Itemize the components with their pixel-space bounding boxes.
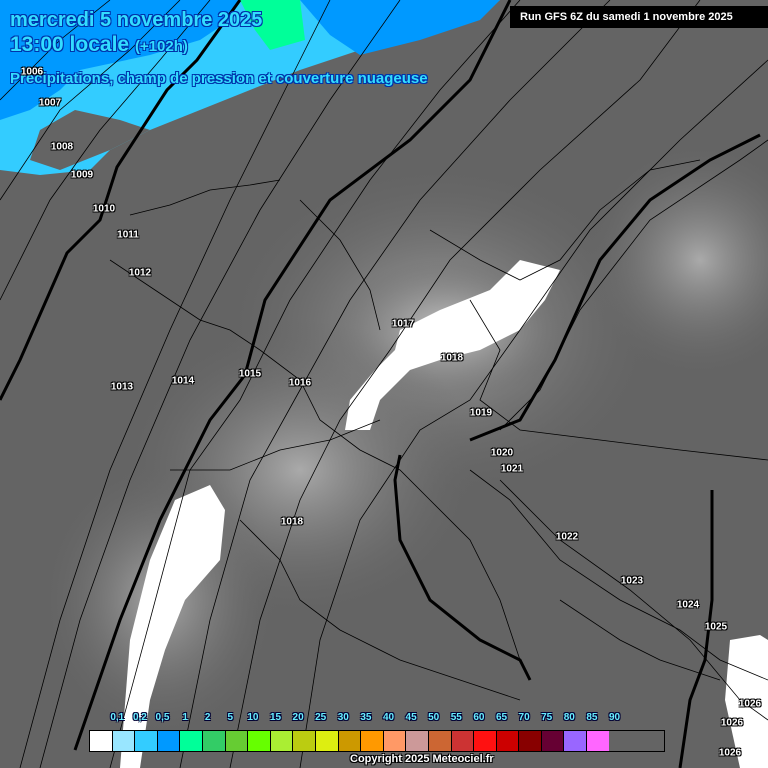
isobar-label: 1011 <box>117 229 139 241</box>
legend-label: 0,1 <box>110 712 125 723</box>
legend-swatch <box>361 731 384 751</box>
legend-label: 45 <box>405 712 417 723</box>
legend-label: 50 <box>428 712 440 723</box>
isobar-label: 1008 <box>50 141 74 153</box>
legend-swatch <box>338 731 362 751</box>
legend-label: 30 <box>337 712 349 723</box>
legend-swatch <box>293 731 316 751</box>
legend-swatch <box>225 731 249 751</box>
weather-map: mercredi 5 novembre 2025 13:00 locale (+… <box>0 0 768 768</box>
legend-label: 60 <box>473 712 485 723</box>
legend-swatch <box>157 731 181 751</box>
legend-swatch <box>451 731 475 751</box>
legend-swatch <box>541 731 565 751</box>
legend-swatch <box>248 731 271 751</box>
isobar-label: 1021 <box>500 463 524 475</box>
isobar-label: 1010 <box>92 203 116 215</box>
legend-label: 65 <box>495 712 508 723</box>
legend-label: 35 <box>360 712 372 723</box>
legend-swatch <box>474 731 497 751</box>
legend-swatch <box>180 731 203 751</box>
legend-swatch <box>315 731 339 751</box>
legend-label: 20 <box>292 712 304 723</box>
legend-swatch <box>519 731 542 751</box>
legend-label: 1 <box>182 712 188 723</box>
legend-label: 85 <box>586 712 598 723</box>
isobar-label: 1026 <box>738 698 762 710</box>
legend-label: 0,2 <box>132 712 147 723</box>
legend-label: 55 <box>450 712 462 723</box>
legend-label: 5 <box>227 712 234 723</box>
precipitation-legend: 0,1 0,2 0,5 1 2 5 10 15 20 25 30 35 40 45 50 55 60 65 70 75… <box>89 712 689 752</box>
legend-label: 15 <box>269 712 282 723</box>
forecast-date: mercredi 5 novembre 2025 <box>10 9 263 31</box>
isobar-label: 1012 <box>128 267 152 279</box>
legend-label: 80 <box>563 712 575 723</box>
legend-swatch <box>428 731 452 751</box>
legend-swatch <box>202 731 226 751</box>
isobar-label: 1019 <box>469 407 493 419</box>
model-run-label: Run GFS 6Z du samedi 1 novembre 2025 <box>510 6 768 28</box>
isobar-label: 1016 <box>288 377 312 389</box>
legend-label: 75 <box>541 712 553 723</box>
forecast-time: 13:00 locale (+102h) <box>10 33 188 57</box>
copyright: Copyright 2025 Meteociel.fr <box>350 753 494 765</box>
local-time: 13:00 locale <box>10 33 130 56</box>
legend-label: 40 <box>382 712 395 723</box>
isobar-label: 1007 <box>38 97 62 109</box>
isobar-label: 1026 <box>720 717 744 729</box>
legend-swatch <box>564 731 588 751</box>
isobar-label: 1018 <box>280 516 304 528</box>
legend-swatch <box>383 731 407 751</box>
isobar-label: 1013 <box>110 381 134 393</box>
isobar-label: 1014 <box>171 375 195 387</box>
map-subtitle: Précipitations, champ de pression et cou… <box>10 70 428 87</box>
legend-label: 90 <box>608 712 621 723</box>
legend-swatch <box>90 731 113 751</box>
legend-label: 70 <box>518 712 530 723</box>
legend-swatch <box>496 731 520 751</box>
legend-swatch <box>587 731 609 751</box>
isobar-label: 1024 <box>676 599 700 611</box>
legend-swatch <box>406 731 429 751</box>
legend-color-scale <box>89 730 665 752</box>
isobar-label: 1006 <box>20 66 44 78</box>
legend-swatch <box>112 731 136 751</box>
legend-labels: 0,1 0,2 0,5 1 2 5 10 15 20 25 30 35 40 45 50 55 60 65 70 75… <box>89 712 689 726</box>
legend-label: 0,5 <box>155 712 170 723</box>
isobar-label: 1022 <box>555 531 579 543</box>
legend-swatch <box>270 731 294 751</box>
isobar-label: 1025 <box>704 621 728 633</box>
isobar-label: 1017 <box>391 318 415 330</box>
isobar-label: 1023 <box>620 575 644 587</box>
isobar-label: 1009 <box>70 169 94 181</box>
legend-label: 10 <box>247 712 259 723</box>
lead-time: (+102h) <box>134 38 188 55</box>
legend-swatch <box>135 731 158 751</box>
legend-label: 2 <box>204 712 211 723</box>
legend-label: 25 <box>315 712 327 723</box>
isobar-label: 1018 <box>440 352 464 364</box>
isobar-label: 1026 <box>718 747 742 759</box>
isobar-label: 1020 <box>490 447 514 459</box>
isobar-label: 1015 <box>238 368 262 380</box>
